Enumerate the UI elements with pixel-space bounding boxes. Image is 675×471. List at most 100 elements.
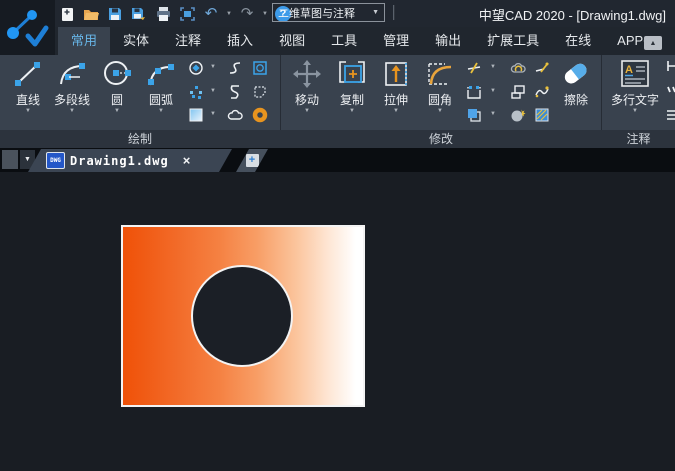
wipeout-icon[interactable] — [252, 84, 268, 100]
fillet-button[interactable]: 圆角 ▼ — [418, 57, 462, 116]
redo-button[interactable]: ↷ — [237, 4, 257, 24]
save-icon — [109, 7, 121, 20]
print-button[interactable] — [153, 4, 173, 24]
open-folder-icon — [84, 9, 99, 20]
close-icon[interactable]: × — [183, 153, 191, 168]
tab-insert[interactable]: 插入 — [214, 27, 266, 55]
move-button[interactable]: 移动 ▼ — [285, 57, 329, 116]
polyline-label: 多段线 — [53, 93, 90, 107]
quick-access-toolbar: ↶ ▼ ↷ ▼ ? — [57, 3, 293, 24]
tab-online[interactable]: 在线 — [552, 27, 604, 55]
trim-icon[interactable] — [466, 60, 482, 76]
tab-home[interactable]: 常用 — [58, 27, 111, 55]
fillet-icon — [424, 57, 456, 91]
mtext-label: 多行文字 — [610, 93, 659, 107]
hatch-edit-icon[interactable] — [534, 107, 550, 123]
offset-dropdown-caret[interactable]: ▼ — [488, 111, 498, 117]
fillet-label: 圆角 — [427, 93, 452, 107]
tab-annotate[interactable]: 注释 — [162, 27, 214, 55]
extend-icon[interactable] — [534, 60, 550, 76]
caret-down-icon: ▼ — [632, 108, 638, 114]
ribbon-tabs: 常用 实体 注释 插入 视图 工具 管理 输出 扩展工具 在线 APP+ — [58, 27, 664, 55]
app-logo[interactable] — [0, 0, 55, 55]
undo-button[interactable]: ↶ — [201, 4, 221, 24]
ellipse-icon[interactable] — [188, 60, 204, 76]
new-file-button[interactable] — [57, 4, 77, 24]
gradient-icon[interactable] — [188, 107, 204, 123]
zwcad-window: ↶ ▼ ↷ ▼ ? 二维草图与注释 ▼ 中望CAD 2020 - [Drawin… — [0, 0, 675, 471]
ellipse-dropdown-caret[interactable]: ▼ — [208, 64, 218, 70]
erase-label: 擦除 — [563, 93, 588, 107]
tab-tools[interactable]: 工具 — [318, 27, 370, 55]
annotation-panel-label[interactable]: 注释 — [602, 130, 675, 148]
rotate-icon[interactable] — [510, 60, 526, 76]
tab-output[interactable]: 输出 — [422, 27, 474, 55]
region-icon[interactable] — [252, 60, 268, 76]
gradient-dropdown-caret[interactable]: ▼ — [208, 111, 218, 117]
polyline-button[interactable]: 多段线 ▼ — [48, 57, 96, 116]
panel-label-strip: 绘制 修改 注释 — [0, 130, 675, 148]
mtext-button[interactable]: A 多行文字 ▼ — [606, 57, 664, 116]
revision-cloud-icon[interactable] — [227, 107, 243, 123]
caret-down-icon: ▼ — [69, 108, 75, 114]
undo-icon: ↶ — [204, 5, 218, 22]
document-tab-drawing1[interactable]: DWG Drawing1.dwg × — [28, 149, 232, 172]
circle-icon — [101, 57, 133, 91]
edit-spline-icon[interactable] — [534, 84, 550, 100]
copy-button[interactable]: 复制 ▼ — [330, 57, 374, 116]
document-tab-filename: Drawing1.dwg — [70, 153, 169, 168]
redo-dropdown-caret[interactable]: ▼ — [261, 11, 269, 17]
copy-icon — [336, 57, 368, 91]
new-file-icon — [62, 7, 73, 21]
caret-down-icon: ▼ — [24, 156, 31, 163]
save-as-icon — [132, 7, 145, 20]
stretch-button[interactable]: 拉伸 ▼ — [374, 57, 418, 116]
point-icon[interactable] — [188, 84, 204, 100]
point-dropdown-caret[interactable]: ▼ — [208, 88, 218, 94]
arc-button[interactable]: 圆弧 ▼ — [139, 57, 183, 116]
tab-express[interactable]: 扩展工具 — [474, 27, 552, 55]
caret-down-icon: ▼ — [393, 108, 399, 114]
draw-panel-label[interactable]: 绘制 — [0, 130, 280, 148]
save-as-button[interactable] — [129, 4, 149, 24]
erase-button[interactable]: 擦除 — [552, 57, 600, 107]
circle-button[interactable]: 圆 ▼ — [97, 57, 137, 116]
array-dropdown-caret[interactable]: ▼ — [488, 88, 498, 94]
caret-down-icon: ▼ — [114, 108, 120, 114]
trim-dropdown-caret[interactable]: ▼ — [488, 64, 498, 70]
zwcad-logo-icon — [7, 10, 49, 47]
chevron-down-icon: ▼ — [372, 9, 379, 16]
copy-label: 复制 — [339, 93, 364, 107]
modify-panel-label[interactable]: 修改 — [281, 130, 601, 148]
align-icon[interactable] — [510, 84, 526, 100]
titlebar-separator — [393, 5, 395, 20]
caret-down-icon: ▼ — [437, 108, 443, 114]
print-preview-icon — [179, 6, 195, 21]
arc-icon — [145, 57, 177, 91]
offset-icon[interactable] — [466, 107, 482, 123]
explode-icon[interactable] — [510, 107, 526, 123]
ribbon-collapse-button[interactable]: ▲ — [644, 36, 662, 50]
open-file-button[interactable] — [81, 4, 101, 24]
circle-island[interactable] — [191, 265, 293, 367]
tab-solid[interactable]: 实体 — [110, 27, 162, 55]
caret-down-icon: ▼ — [304, 108, 310, 114]
line-button[interactable]: 直线 ▼ — [6, 57, 50, 116]
spline-icon[interactable] — [227, 60, 243, 76]
preview-button[interactable] — [177, 4, 197, 24]
workspace-selector[interactable]: 二维草图与注释 ▼ — [272, 3, 385, 22]
tab-view[interactable]: 视图 — [266, 27, 318, 55]
new-drawing-tab-button[interactable]: + — [236, 149, 268, 172]
array-icon[interactable] — [466, 84, 482, 100]
caret-down-icon: ▼ — [349, 108, 355, 114]
tabbar-menu-button[interactable] — [2, 150, 18, 169]
drawing-canvas[interactable] — [0, 172, 675, 471]
spline-fit-icon[interactable] — [227, 84, 243, 100]
caret-down-icon: ▼ — [25, 108, 31, 114]
undo-dropdown-caret[interactable]: ▼ — [225, 11, 233, 17]
mtext-icon: A — [619, 57, 651, 91]
donut-icon[interactable] — [252, 107, 268, 123]
save-button[interactable] — [105, 4, 125, 24]
tab-manage[interactable]: 管理 — [370, 27, 422, 55]
redo-icon: ↷ — [240, 5, 254, 22]
